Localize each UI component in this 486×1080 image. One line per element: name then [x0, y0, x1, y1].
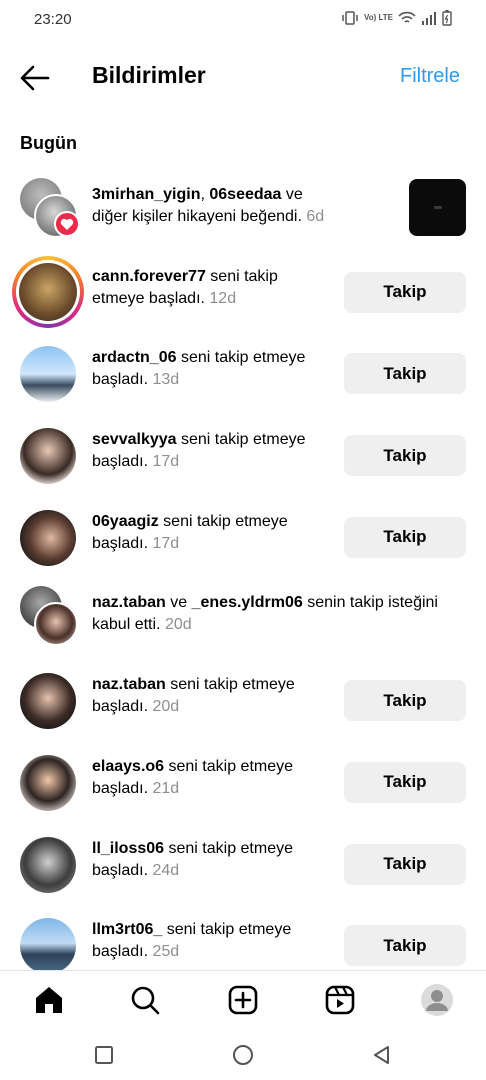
notification-text: ll_iloss06 seni takip etmeye başladı. 24… — [92, 839, 293, 879]
timestamp: 20d — [164, 616, 192, 634]
heart-icon — [60, 218, 74, 230]
battery-icon — [442, 10, 452, 26]
create-icon — [228, 985, 258, 1015]
notification-text: cann.forever77 seni takip etmeye başladı… — [92, 267, 278, 307]
heart-badge — [54, 211, 80, 237]
page-title: Bildirimler — [92, 62, 206, 88]
username[interactable]: naz.taban — [92, 676, 166, 693]
username[interactable]: elaays.o6 — [92, 758, 164, 775]
header: Bildirimler Filtrele — [0, 56, 486, 100]
follow-button[interactable]: Takip — [344, 843, 466, 885]
timestamp: 17d — [152, 453, 180, 471]
avatar[interactable] — [20, 673, 76, 730]
follow-button[interactable]: Takip — [344, 761, 466, 803]
username[interactable]: cann.forever77 — [92, 268, 206, 285]
notification-text: sevvalkyya seni takip etmeye başladı. 17… — [92, 431, 306, 471]
timestamp: 24d — [152, 861, 180, 879]
arrow-left-icon — [20, 65, 50, 91]
avatar[interactable] — [20, 428, 76, 485]
follow-button[interactable]: Takip — [344, 680, 466, 722]
username[interactable]: _enes.yldrm06 — [192, 594, 303, 611]
follow-button[interactable]: Takip — [344, 353, 466, 395]
username[interactable]: ll_iloss06 — [92, 840, 164, 857]
notification-text: naz.taban ve _enes.yldrm06 senin takip i… — [92, 594, 438, 634]
section-title-today: Bugün — [20, 133, 77, 153]
avatar[interactable] — [20, 754, 76, 811]
username[interactable]: llm3rt06_ — [92, 921, 162, 938]
avatar[interactable] — [20, 836, 76, 893]
wifi-icon — [398, 11, 416, 23]
notification-text: 06yaagiz seni takip etmeye başladı. 17d — [92, 512, 288, 552]
notification-row[interactable]: ll_iloss06 seni takip etmeye başladı. 24… — [0, 824, 486, 906]
username[interactable]: 06yaagiz — [92, 513, 159, 530]
nav-profile[interactable] — [420, 983, 454, 1017]
home-icon — [36, 987, 62, 1013]
story-thumbnail[interactable] — [409, 179, 466, 236]
status-icons: Vo) LTE — [341, 10, 452, 26]
avatar-stack[interactable] — [20, 586, 80, 650]
avatar-story-ring[interactable] — [12, 255, 84, 328]
notification-row[interactable]: ardactn_06 seni takip etmeye başladı. 13… — [0, 333, 486, 415]
follow-button[interactable]: Takip — [344, 435, 466, 477]
username[interactable]: ardactn_06 — [92, 349, 177, 366]
timestamp: 6d — [306, 208, 325, 225]
avatar-stack[interactable] — [20, 178, 80, 242]
follow-button[interactable]: Takip — [344, 271, 466, 313]
nav-reels[interactable] — [323, 983, 357, 1017]
avatar — [19, 262, 77, 321]
follow-button[interactable]: Takip — [344, 925, 466, 967]
username[interactable]: sevvalkyya — [92, 431, 177, 448]
username[interactable]: naz.taban — [92, 594, 166, 611]
nav-create[interactable] — [226, 983, 260, 1017]
avatar[interactable] — [20, 346, 76, 403]
timestamp: 17d — [152, 534, 180, 552]
volte-icon: Vo) LTE — [363, 13, 393, 22]
filter-link[interactable]: Filtrele — [400, 65, 460, 88]
timestamp: 20d — [152, 698, 180, 716]
timestamp: 12d — [209, 289, 237, 307]
back-system-button[interactable] — [370, 1043, 394, 1067]
home-system-button[interactable] — [231, 1043, 255, 1067]
nav-search[interactable] — [128, 983, 162, 1017]
notification-list: 3mirhan_yigin, 06seedaa ve diğer kişiler… — [0, 170, 486, 987]
back-triangle-icon — [374, 1046, 389, 1064]
notification-row[interactable]: sevvalkyya seni takip etmeye başladı. 17… — [0, 415, 486, 497]
avatar — [34, 602, 78, 647]
recents-button[interactable] — [92, 1043, 116, 1067]
vibrate-icon — [342, 11, 358, 25]
reels-icon — [325, 985, 355, 1015]
avatar[interactable] — [20, 918, 76, 975]
notification-text: naz.taban seni takip etmeye başladı. 20d — [92, 676, 295, 716]
nav-home[interactable] — [32, 983, 66, 1017]
status-time: 23:20 — [34, 11, 72, 28]
avatar[interactable] — [20, 509, 76, 566]
profile-icon — [421, 984, 453, 1016]
notification-row[interactable]: 06yaagiz seni takip etmeye başladı. 17d … — [0, 497, 486, 579]
notification-text: 3mirhan_yigin, 06seedaa ve diğer kişiler… — [92, 186, 325, 225]
notification-row[interactable]: naz.taban ve _enes.yldrm06 senin takip i… — [0, 578, 486, 660]
notification-text: ardactn_06 seni takip etmeye başladı. 13… — [92, 349, 306, 389]
timestamp: 25d — [152, 943, 180, 961]
notification-text: llm3rt06_ seni takip etmeye başladı. 25d — [92, 921, 292, 961]
signal-icon — [422, 12, 436, 25]
username[interactable]: 3mirhan_yigin — [92, 186, 200, 203]
notification-row[interactable]: cann.forever77 seni takip etmeye başladı… — [0, 252, 486, 334]
notification-text: elaays.o6 seni takip etmeye başladı. 21d — [92, 757, 294, 797]
timestamp: 13d — [152, 371, 180, 389]
follow-button[interactable]: Takip — [344, 516, 466, 558]
username[interactable]: 06seedaa — [209, 186, 281, 203]
bottom-nav — [0, 970, 486, 1028]
notification-row[interactable]: naz.taban seni takip etmeye başladı. 20d… — [0, 660, 486, 742]
back-button[interactable] — [18, 62, 52, 94]
home-circle-icon — [233, 1045, 253, 1065]
timestamp: 21d — [152, 779, 180, 797]
system-nav — [0, 1030, 486, 1080]
notification-row[interactable]: elaays.o6 seni takip etmeye başladı. 21d… — [0, 742, 486, 824]
recents-icon — [95, 1046, 113, 1064]
notification-row[interactable]: 3mirhan_yigin, 06seedaa ve diğer kişiler… — [0, 170, 486, 252]
status-bar: 23:20 Vo) LTE — [0, 0, 486, 40]
search-icon — [131, 986, 160, 1015]
